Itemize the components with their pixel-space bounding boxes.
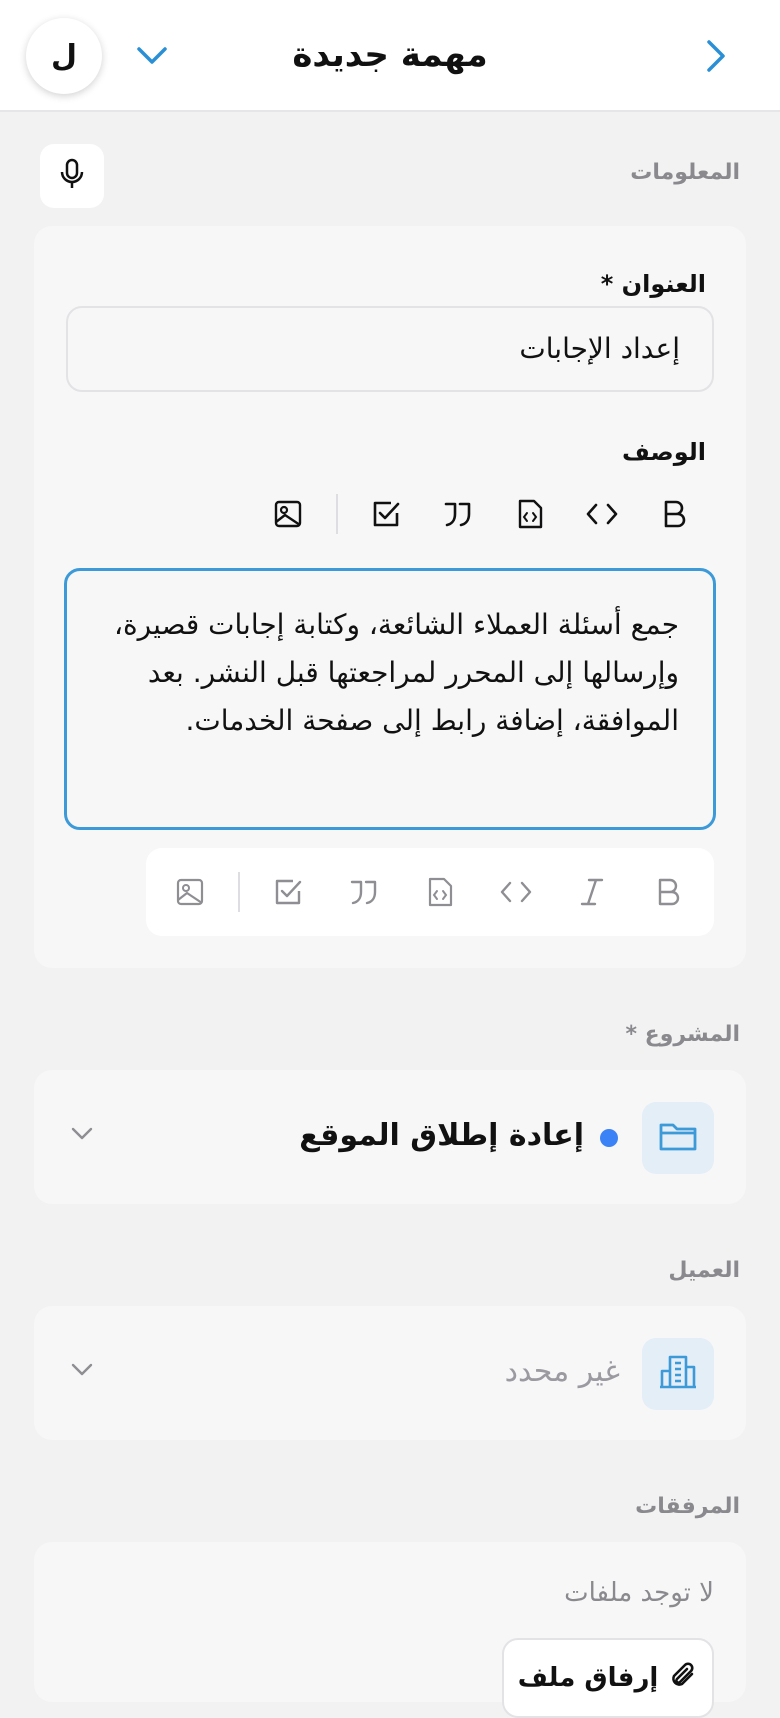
italic-icon[interactable] xyxy=(570,870,614,914)
chevron-down-icon[interactable] xyxy=(132,36,172,76)
microphone-icon xyxy=(59,158,85,194)
image-icon[interactable] xyxy=(266,492,310,536)
title-input[interactable]: إعداد الإجابات xyxy=(66,306,714,392)
description-label: الوصف xyxy=(621,438,706,466)
toolbar-divider xyxy=(336,494,338,534)
folder-icon-tile xyxy=(642,1102,714,1174)
client-placeholder: غير محدد xyxy=(504,1354,620,1389)
code-block-icon[interactable] xyxy=(508,492,552,536)
folder-icon xyxy=(658,1120,698,1156)
title-label: العنوان * xyxy=(600,270,706,298)
project-label: المشروع * xyxy=(625,1022,741,1047)
code-icon[interactable] xyxy=(494,870,538,914)
bold-icon[interactable] xyxy=(646,870,690,914)
paperclip-icon xyxy=(670,1660,698,1697)
attach-file-button[interactable]: إرفاق ملف xyxy=(502,1638,714,1718)
code-block-icon[interactable] xyxy=(418,870,462,914)
bold-icon[interactable] xyxy=(652,492,696,536)
building-icon-tile xyxy=(642,1338,714,1410)
page-title: مهمة جديدة xyxy=(292,35,488,75)
quote-icon[interactable] xyxy=(342,870,386,914)
description-textarea[interactable]: جمع أسئلة العملاء الشائعة، وكتابة إجابات… xyxy=(64,568,716,830)
quote-icon[interactable] xyxy=(436,492,480,536)
image-icon[interactable] xyxy=(168,870,212,914)
toolbar-divider xyxy=(238,872,240,912)
section-label-info: المعلومات xyxy=(630,160,740,185)
checklist-icon[interactable] xyxy=(266,870,310,914)
avatar[interactable]: ل xyxy=(26,18,102,94)
building-icon xyxy=(658,1353,698,1395)
attachments-empty-text: لا توجد ملفات xyxy=(564,1578,714,1608)
chevron-down-icon[interactable] xyxy=(70,1126,94,1146)
attachments-label: المرفقات xyxy=(635,1494,740,1519)
project-value: إعادة إطلاق الموقع xyxy=(299,1118,584,1153)
attach-file-label: إرفاق ملف xyxy=(517,1663,659,1693)
chevron-right-icon[interactable] xyxy=(696,36,736,76)
client-label: العميل xyxy=(668,1258,740,1283)
project-color-dot xyxy=(600,1129,618,1147)
code-icon[interactable] xyxy=(580,492,624,536)
microphone-button[interactable] xyxy=(40,144,104,208)
checklist-icon[interactable] xyxy=(364,492,408,536)
chevron-down-icon[interactable] xyxy=(70,1362,94,1382)
